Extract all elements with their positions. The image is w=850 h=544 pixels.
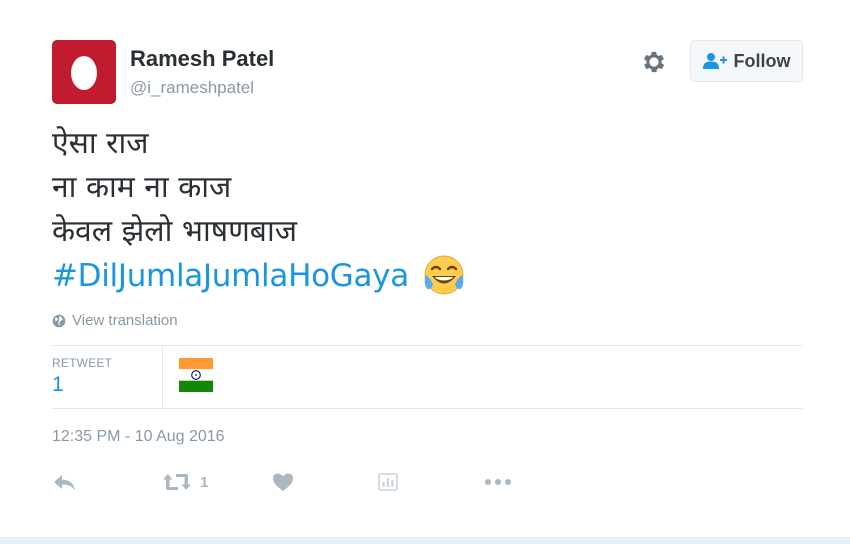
retweet-stat-label: RETWEET — [52, 356, 113, 370]
user-handle[interactable]: @i_rameshpatel — [130, 78, 254, 98]
retweeter-avatar[interactable] — [179, 358, 213, 392]
retweet-icon — [163, 474, 191, 490]
follow-label: Follow — [733, 50, 791, 71]
action-bar: 1 — [52, 468, 532, 496]
retweet-button[interactable]: 1 — [162, 468, 208, 496]
follow-button[interactable]: Follow — [690, 40, 803, 82]
retweet-action-count: 1 — [200, 473, 209, 491]
card-bottom-border — [0, 537, 850, 544]
gear-icon[interactable] — [640, 48, 668, 76]
reply-button[interactable] — [52, 468, 78, 496]
analytics-icon — [378, 473, 398, 491]
view-translation-link[interactable]: View translation — [52, 312, 178, 329]
india-flag-icon — [179, 358, 213, 392]
retweet-stat-count[interactable]: 1 — [52, 373, 64, 397]
egg-icon — [71, 56, 97, 90]
analytics-button[interactable] — [378, 468, 398, 496]
more-icon — [485, 479, 511, 485]
tweet-timestamp[interactable]: 12:35 PM - 10 Aug 2016 — [52, 428, 225, 446]
tears-of-joy-emoji-icon — [424, 255, 464, 295]
stats-separator — [162, 346, 163, 408]
tweet-card: Ramesh Patel @i_rameshpatel Follow ऐसा र… — [0, 0, 850, 544]
tweet-line: ऐसा राज — [52, 126, 149, 161]
tweet-text: ऐसा राज ना काम ना काज केवल झेलो भाषणबाज — [52, 122, 297, 254]
reply-icon — [54, 475, 75, 490]
avatar[interactable] — [52, 40, 116, 104]
tweet-line: ना काम ना काज — [52, 170, 232, 205]
add-user-icon — [702, 53, 727, 69]
tweet-line: केवल झेलो भाषणबाज — [52, 214, 297, 249]
globe-icon — [52, 314, 66, 327]
stats-bar: RETWEET 1 — [52, 346, 803, 408]
more-button[interactable] — [484, 468, 512, 496]
hashtag-line: #DilJumlaJumlaHoGaya — [52, 252, 467, 300]
user-name[interactable]: Ramesh Patel — [130, 46, 274, 72]
like-button[interactable] — [272, 468, 294, 496]
heart-icon — [273, 473, 293, 491]
hashtag-link[interactable]: #DilJumlaJumlaHoGaya — [52, 258, 409, 294]
view-translation-label: View translation — [72, 312, 178, 329]
stats-bottom-divider — [52, 408, 803, 409]
